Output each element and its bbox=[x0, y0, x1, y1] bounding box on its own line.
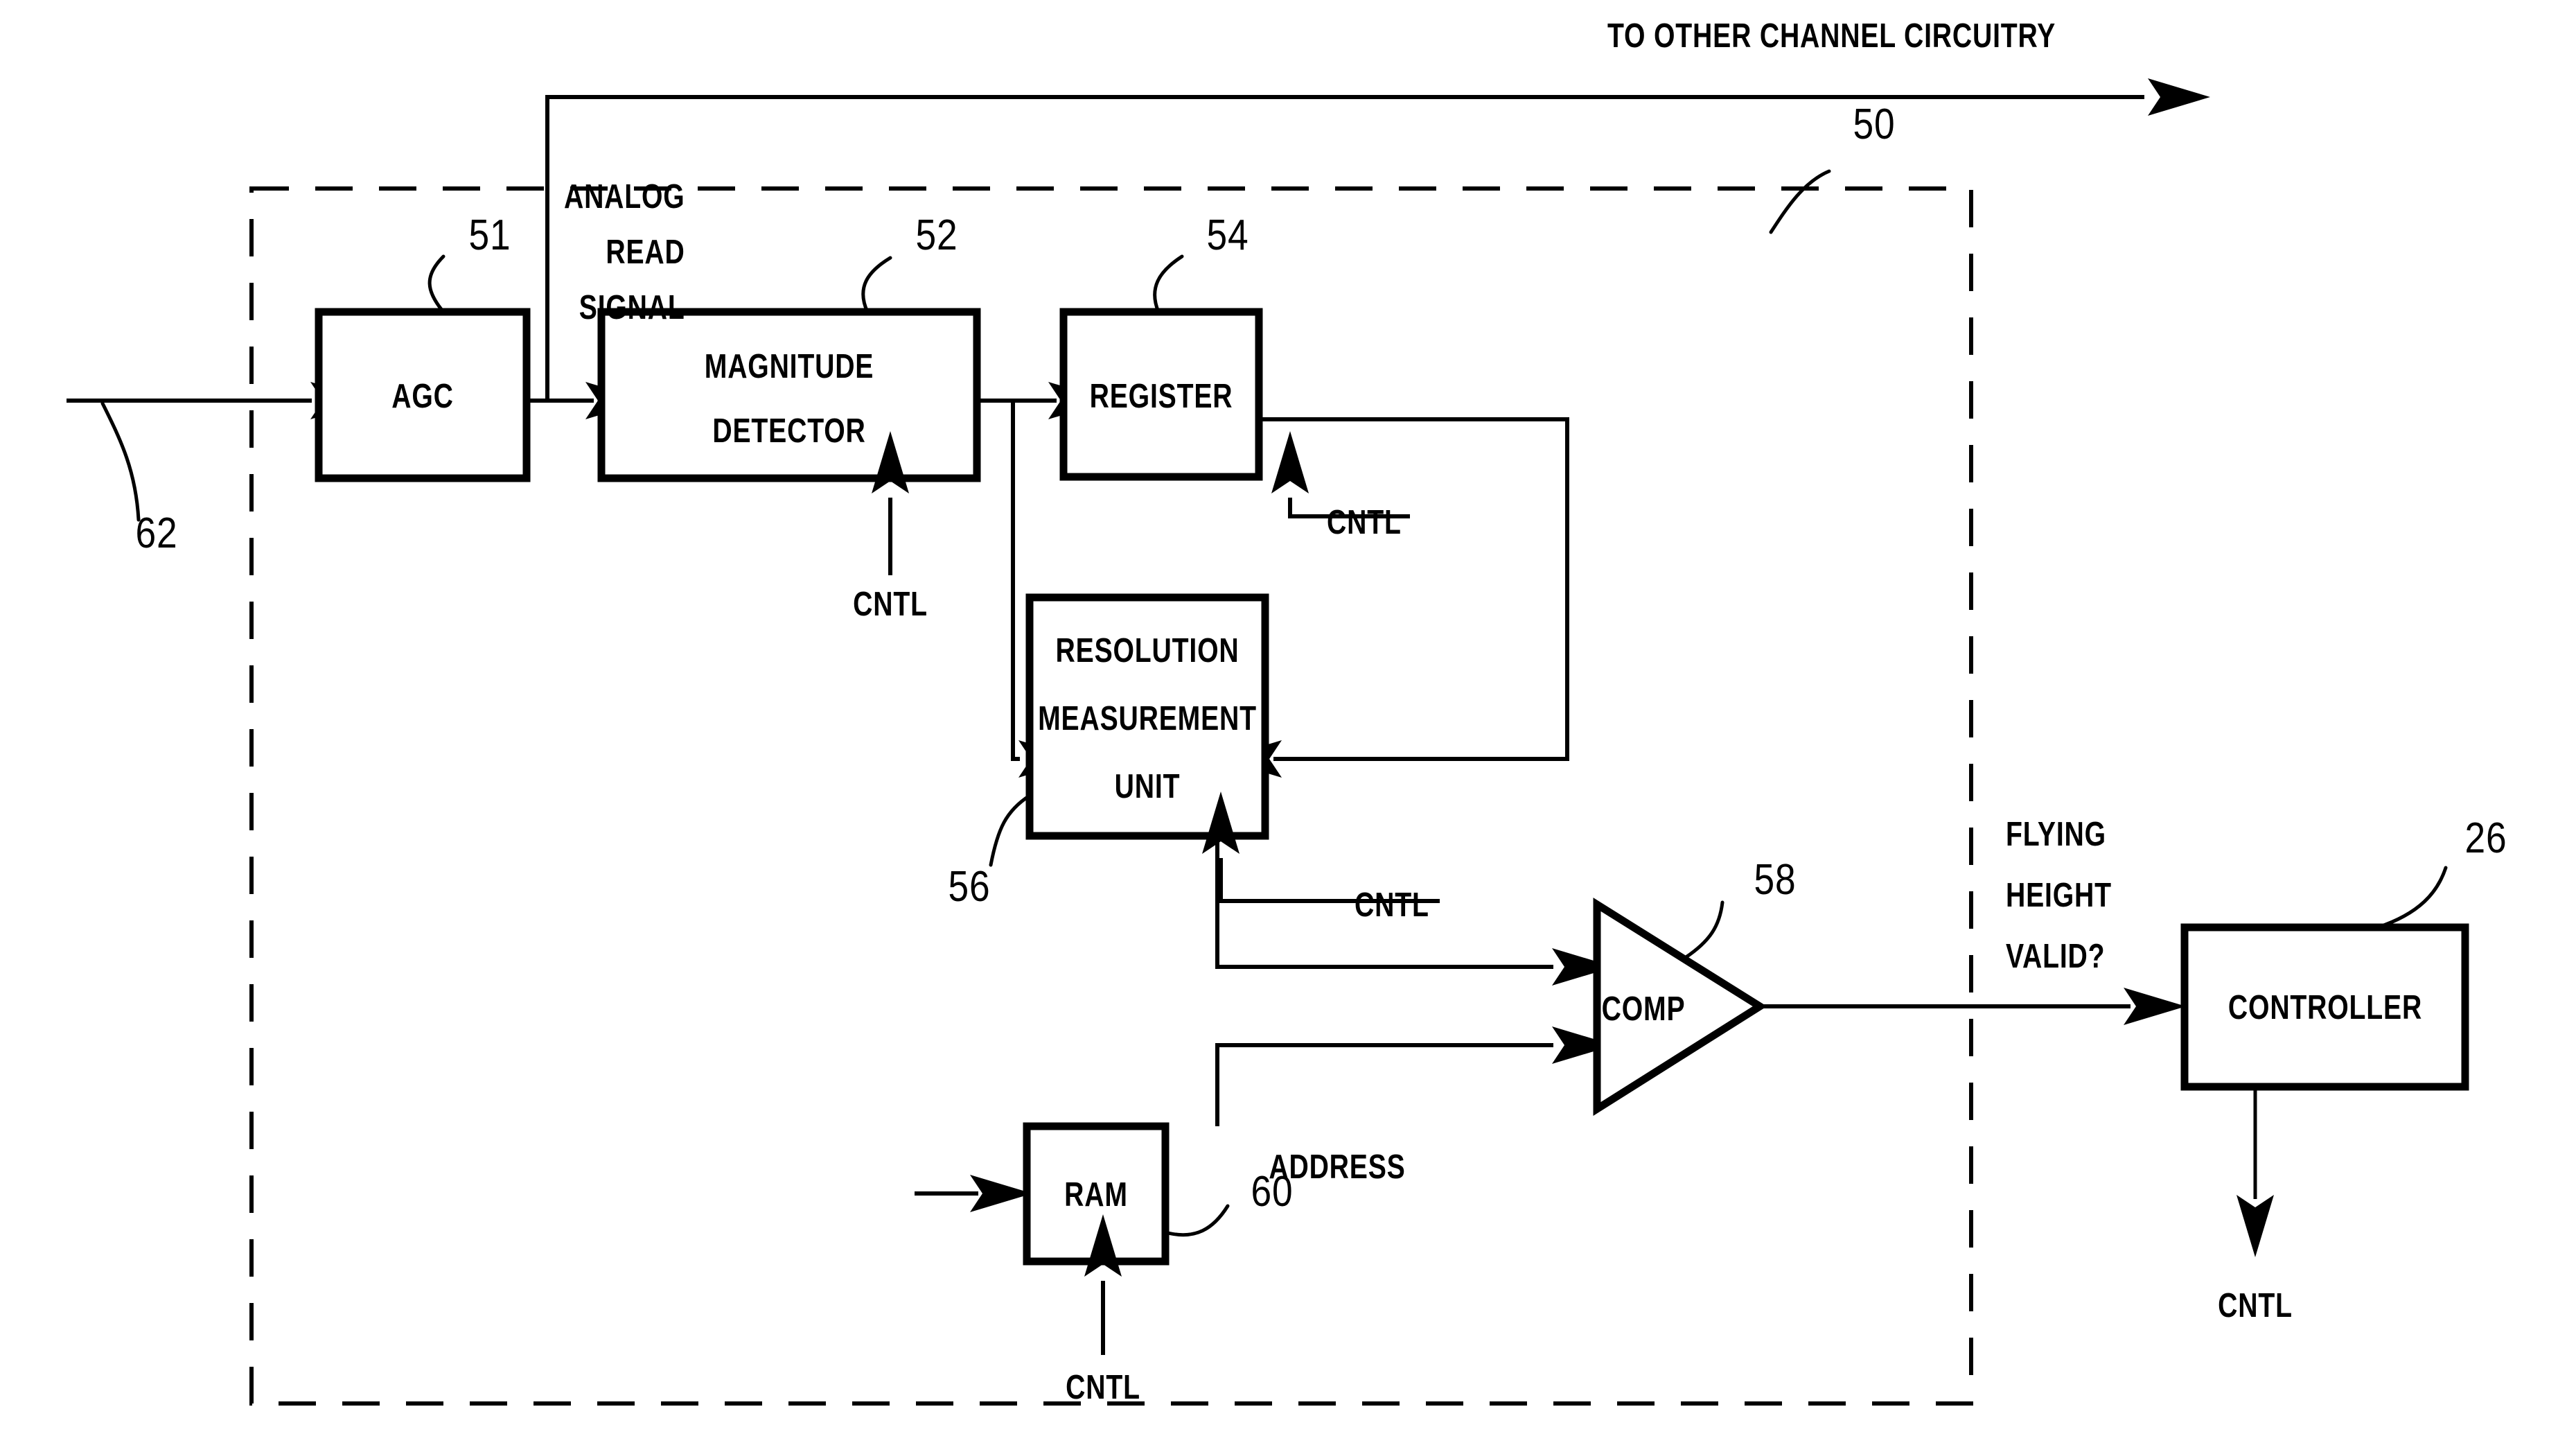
ref-number-54: 54 bbox=[1206, 211, 1249, 259]
block-label-rmu-line3: UNIT bbox=[1115, 768, 1181, 805]
caption-to-other-channel-circuitry: TO OTHER CHANNEL CIRCUITRY bbox=[1607, 17, 2056, 55]
block-label-controller: CONTROLLER bbox=[2228, 989, 2422, 1026]
figure-canvas: TO OTHER CHANNEL CIRCUITRY 50 ANALOG REA… bbox=[0, 0, 2576, 1452]
label-cntl-controller: CNTL bbox=[2218, 1287, 2293, 1324]
block-label-ram: RAM bbox=[1064, 1176, 1128, 1214]
block-label-magnitude-detector-line2: DETECTOR bbox=[712, 412, 865, 450]
block-label-agc: AGC bbox=[391, 378, 453, 415]
label-flying-height-line2: HEIGHT bbox=[2006, 877, 2112, 914]
block-label-magnitude-detector-line1: MAGNITUDE bbox=[705, 348, 874, 385]
block-label-register: REGISTER bbox=[1090, 378, 1233, 415]
label-flying-height-line1: FLYING bbox=[2006, 816, 2106, 853]
ref-number-26: 26 bbox=[2464, 814, 2507, 862]
diagram-text: TO OTHER CHANNEL CIRCUITRY 50 ANALOG REA… bbox=[135, 17, 2507, 1406]
ref-number-62: 62 bbox=[135, 509, 177, 557]
label-analog-read-line1: ANALOG bbox=[564, 178, 685, 216]
block-label-rmu-line2: MEASUREMENT bbox=[1038, 700, 1257, 737]
label-cntl-register: CNTL bbox=[1327, 504, 1402, 541]
label-cntl-magnitude-detector: CNTL bbox=[853, 586, 928, 623]
label-analog-read-line3: SIGNAL bbox=[579, 289, 685, 326]
label-cntl-ram: CNTL bbox=[1066, 1369, 1140, 1406]
ref-number-52: 52 bbox=[915, 211, 958, 259]
label-analog-read-line2: READ bbox=[606, 234, 685, 271]
block-label-rmu-line1: RESOLUTION bbox=[1056, 632, 1240, 670]
label-cntl-rmu: CNTL bbox=[1355, 886, 1429, 924]
block-label-comparator: COMP bbox=[1602, 990, 1686, 1028]
ref-number-58: 58 bbox=[1754, 856, 1796, 904]
ref-number-60: 60 bbox=[1251, 1168, 1293, 1216]
label-flying-height-line3: VALID? bbox=[2006, 938, 2105, 975]
ref-number-56: 56 bbox=[948, 863, 990, 911]
ref-number-50: 50 bbox=[1853, 100, 1895, 148]
ref-number-51: 51 bbox=[468, 211, 511, 259]
